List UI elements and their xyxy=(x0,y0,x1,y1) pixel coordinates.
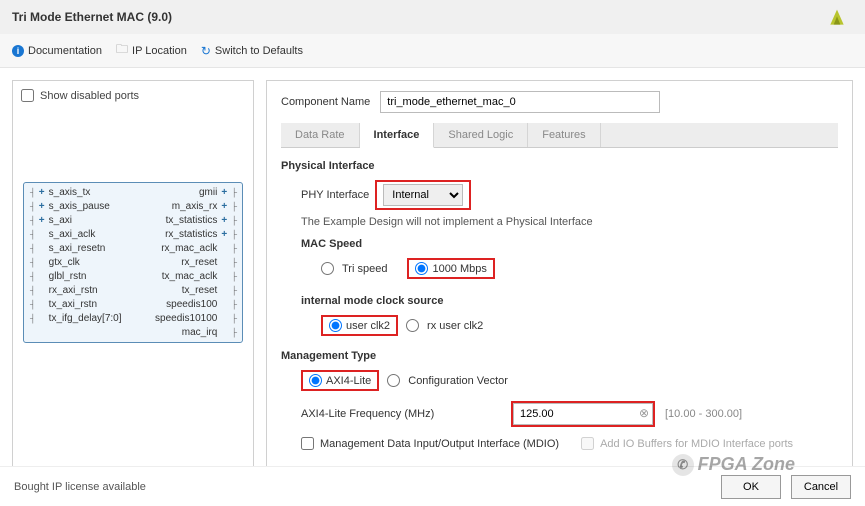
port-right: rx_statistics+├ xyxy=(165,229,236,240)
port-right: speedis10100 ├ xyxy=(155,313,236,324)
config-vector-radio[interactable] xyxy=(387,374,400,387)
port-right: rx_reset ├ xyxy=(181,257,236,268)
documentation-link[interactable]: i Documentation xyxy=(12,45,102,57)
port-left: ┤ gtx_clk xyxy=(30,257,80,268)
mdio-checkbox[interactable] xyxy=(301,437,314,450)
footer: Bought IP license available OK Cancel xyxy=(0,466,865,506)
port-right: tx_reset ├ xyxy=(182,285,236,296)
port-right: m_axis_rx+├ xyxy=(172,201,236,212)
management-type-heading: Management Type xyxy=(281,350,838,362)
port-left: ┤ tx_ifg_delay[7:0] xyxy=(30,313,122,324)
ok-button[interactable]: OK xyxy=(721,475,781,499)
axi4-lite-highlight: AXI4-Lite xyxy=(301,370,379,391)
port-left: ┤ tx_axi_rstn xyxy=(30,299,97,310)
ip-location-link[interactable]: 🗀 IP Location xyxy=(116,40,187,61)
axi4-lite-label: AXI4-Lite xyxy=(326,375,371,387)
block-diagram-panel: Show disabled ports ┤+s_axis_tx┤+s_axis_… xyxy=(12,80,254,475)
port-right: tx_mac_aclk ├ xyxy=(162,271,236,282)
tab-bar: Data Rate Interface Shared Logic Feature… xyxy=(281,123,838,148)
mac-speed-heading: MAC Speed xyxy=(301,238,838,250)
ip-block-symbol: ┤+s_axis_tx ┤+s_axis_pause ┤+s_axi ┤ s_axi_… xyxy=(23,182,243,343)
tab-features[interactable]: Features xyxy=(528,123,600,147)
title-bar: Tri Mode Ethernet MAC (9.0) xyxy=(0,0,865,34)
user-clk2-label: user clk2 xyxy=(346,320,390,332)
folder-icon: 🗀 xyxy=(116,40,128,61)
rx-user-clk2-label: rx user clk2 xyxy=(427,320,483,332)
speed-1000-radio[interactable] xyxy=(415,262,428,275)
axi4-lite-radio[interactable] xyxy=(309,374,322,387)
window-title: Tri Mode Ethernet MAC (9.0) xyxy=(12,10,172,24)
port-left: ┤ s_axi_aclk xyxy=(30,229,95,240)
action-bar: i Documentation 🗀 IP Location ↻ Switch t… xyxy=(0,34,865,68)
port-right: tx_statistics+├ xyxy=(166,215,236,226)
port-left: ┤+s_axis_tx xyxy=(30,187,90,198)
tri-speed-label: Tri speed xyxy=(342,263,387,275)
component-name-label: Component Name xyxy=(281,96,370,108)
config-vector-label: Configuration Vector xyxy=(408,375,508,387)
phy-interface-highlight: Internal xyxy=(375,180,471,210)
tab-shared-logic[interactable]: Shared Logic xyxy=(434,123,528,147)
show-disabled-label: Show disabled ports xyxy=(40,90,139,102)
cancel-button[interactable]: Cancel xyxy=(791,475,851,499)
port-right: mac_irq ├ xyxy=(182,327,236,338)
tab-data-rate[interactable]: Data Rate xyxy=(281,123,360,147)
refresh-icon: ↻ xyxy=(201,44,211,58)
mdio-buffers-checkbox xyxy=(581,437,594,450)
speed-1000-highlight: 1000 Mbps xyxy=(407,258,494,279)
info-icon: i xyxy=(12,45,24,57)
license-status: Bought IP license available xyxy=(14,481,146,493)
show-disabled-ports-checkbox[interactable] xyxy=(21,89,34,102)
port-right: gmii+├ xyxy=(199,187,236,198)
switch-defaults-link[interactable]: ↻ Switch to Defaults xyxy=(201,44,303,58)
speed-1000-label: 1000 Mbps xyxy=(432,263,486,275)
axi4-freq-input[interactable] xyxy=(513,403,653,425)
tri-speed-radio[interactable] xyxy=(321,262,334,275)
port-left: ┤ rx_axi_rstn xyxy=(30,285,98,296)
port-left: ┤+s_axi xyxy=(30,215,72,226)
component-name-input[interactable] xyxy=(380,91,660,113)
user-clk2-radio[interactable] xyxy=(329,319,342,332)
vendor-logo xyxy=(827,6,847,33)
physical-interface-heading: Physical Interface xyxy=(281,160,838,172)
port-left: ┤ s_axi_resetn xyxy=(30,243,105,254)
user-clk2-highlight: user clk2 xyxy=(321,315,398,336)
port-left: ┤ glbl_rstn xyxy=(30,271,86,282)
port-right: speedis100 ├ xyxy=(166,299,236,310)
rx-user-clk2-radio[interactable] xyxy=(406,319,419,332)
axi4-freq-label: AXI4-Lite Frequency (MHz) xyxy=(301,408,501,420)
phy-note: The Example Design will not implement a … xyxy=(301,216,838,228)
port-left: ┤+s_axis_pause xyxy=(30,201,110,212)
axi4-freq-range: [10.00 - 300.00] xyxy=(665,408,742,420)
phy-interface-select[interactable]: Internal xyxy=(383,184,463,206)
clock-source-heading: internal mode clock source xyxy=(301,295,838,307)
phy-interface-label: PHY Interface xyxy=(301,189,369,201)
mdio-buffers-label: Add IO Buffers for MDIO Interface ports xyxy=(600,438,793,450)
config-panel: Component Name Data Rate Interface Share… xyxy=(266,80,853,475)
mdio-label: Management Data Input/Output Interface (… xyxy=(320,438,559,450)
clear-icon[interactable]: ⊗ xyxy=(639,406,649,420)
tab-interface[interactable]: Interface xyxy=(360,123,435,148)
port-right: rx_mac_aclk ├ xyxy=(161,243,236,254)
axi4-freq-highlight: ⊗ xyxy=(511,401,655,427)
